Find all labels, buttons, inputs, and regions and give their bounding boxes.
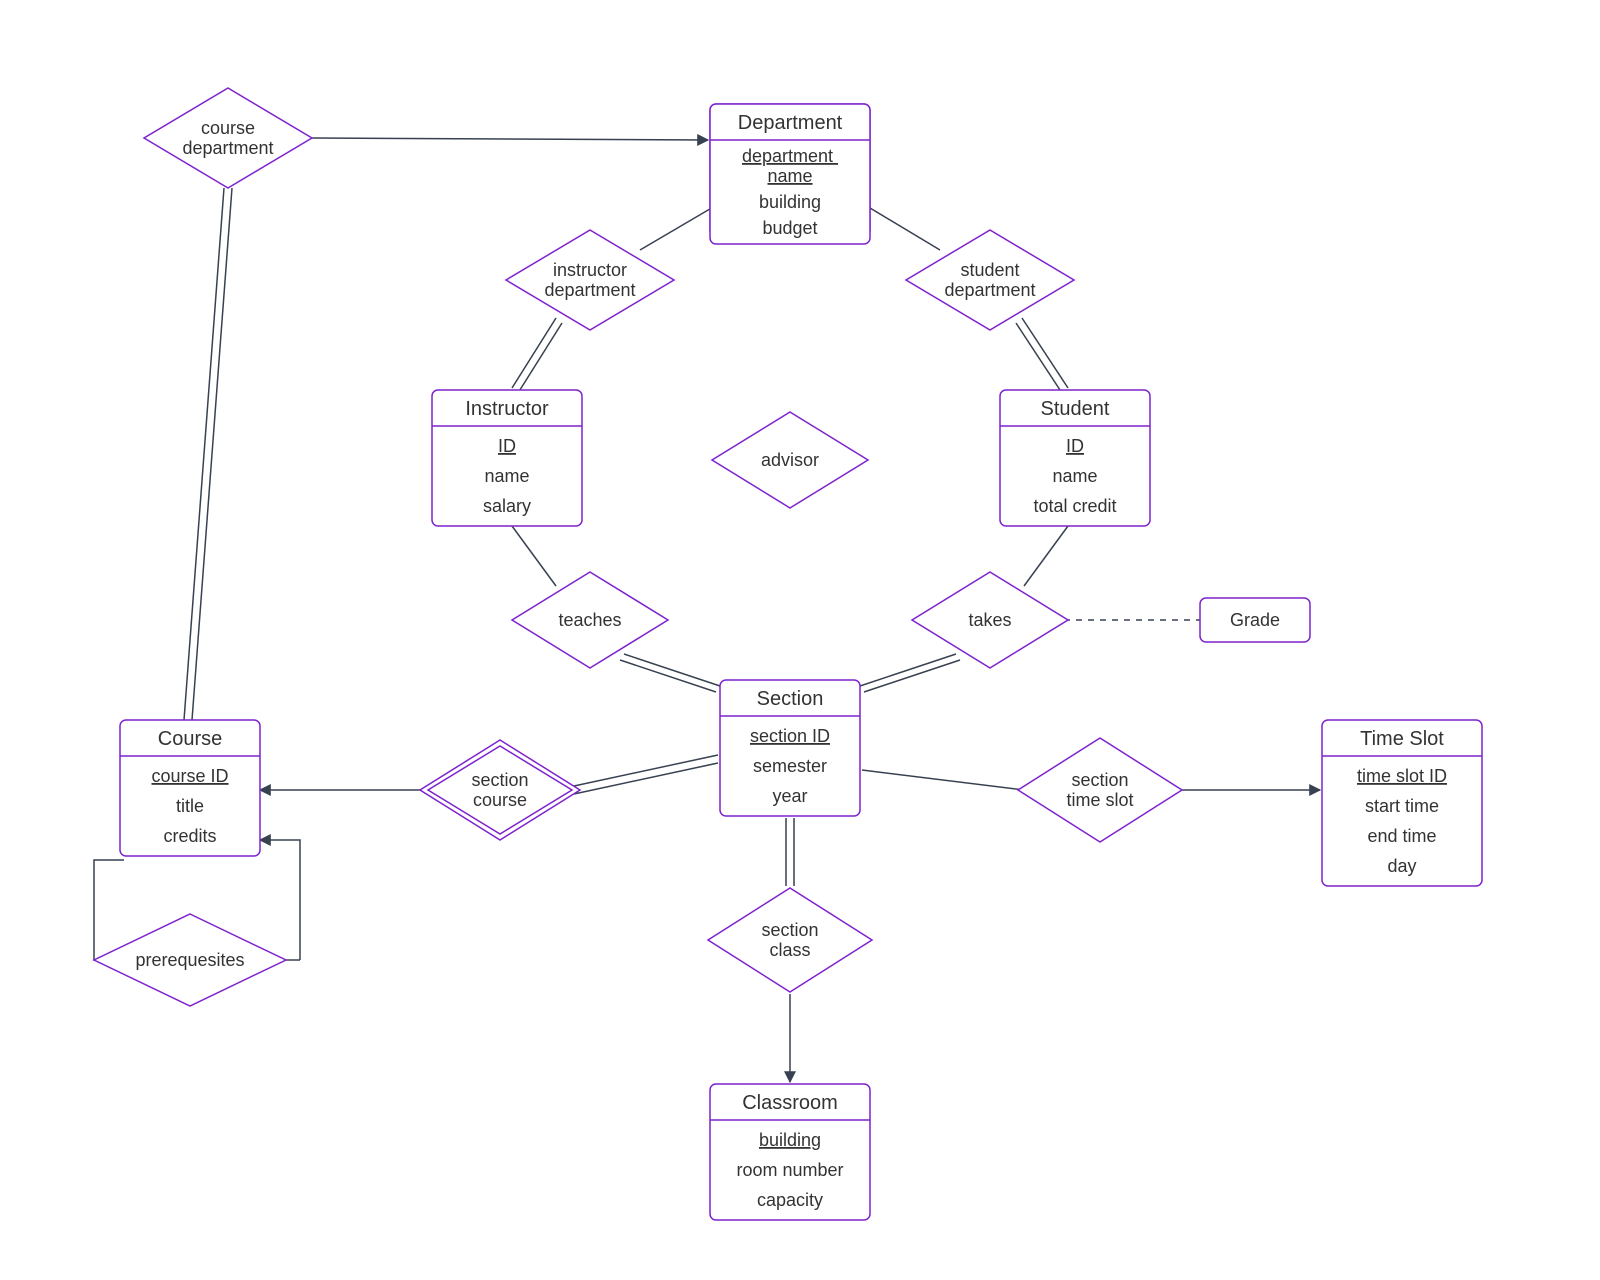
rel-label: student: [960, 260, 1019, 280]
rel-label: section: [471, 770, 528, 790]
entity-timeslot: Time Slot time slot ID start time end ti…: [1322, 720, 1482, 886]
entity-attr: room number: [736, 1160, 843, 1180]
rel-label: advisor: [761, 450, 819, 470]
entity-attr-key: ID: [498, 436, 516, 456]
rel-label: department: [944, 280, 1035, 300]
entity-attr: start time: [1365, 796, 1439, 816]
entity-title: Department: [738, 112, 843, 134]
entity-attr: salary: [483, 496, 531, 516]
entity-attr: end time: [1367, 826, 1436, 846]
entity-title: Student: [1041, 398, 1110, 420]
rel-label: teaches: [558, 610, 621, 630]
entity-title: Classroom: [742, 1092, 838, 1114]
rel-teaches: teaches: [512, 572, 668, 668]
entity-classroom: Classroom building room number capacity: [710, 1084, 870, 1220]
assoc-label: Grade: [1230, 610, 1280, 630]
entity-attr: semester: [753, 756, 827, 776]
entity-title: Instructor: [465, 398, 549, 420]
rel-label: instructor: [553, 260, 627, 280]
entity-department: Department department name building budg…: [710, 104, 870, 244]
rel-label: course: [473, 790, 527, 810]
entity-section: Section section ID semester year: [720, 680, 860, 816]
rel-prerequisites: prerequesites: [94, 914, 286, 1006]
entity-instructor: Instructor ID name salary: [432, 390, 582, 526]
rel-label: class: [769, 940, 810, 960]
entity-course: Course course ID title credits: [120, 720, 260, 856]
entity-title: Section: [757, 688, 824, 710]
entity-attr: name: [484, 466, 529, 486]
edges: [94, 138, 1320, 1082]
entity-attr: total credit: [1033, 496, 1116, 516]
rel-label: section: [1071, 770, 1128, 790]
entity-attr-key: course ID: [151, 766, 228, 786]
rel-label: section: [761, 920, 818, 940]
rel-advisor: advisor: [712, 412, 868, 508]
rel-takes: takes: [912, 572, 1068, 668]
entity-attr-key: time slot ID: [1357, 766, 1447, 786]
rel-section-class: section class: [708, 888, 872, 992]
entity-attr-key: ID: [1066, 436, 1084, 456]
rel-label: department: [544, 280, 635, 300]
entity-attr: year: [772, 786, 807, 806]
entity-attr: credits: [163, 826, 216, 846]
entity-attr: capacity: [757, 1190, 823, 1210]
assoc-grade: Grade: [1200, 598, 1310, 642]
entity-title: Course: [158, 728, 222, 750]
rel-label: prerequesites: [135, 950, 244, 970]
entity-attr-key: section ID: [750, 726, 830, 746]
rel-section-course: section course: [420, 740, 580, 840]
entity-attr-key: building: [759, 1130, 821, 1150]
rel-label: time slot: [1066, 790, 1133, 810]
entity-attr: building: [759, 192, 821, 212]
entity-attr: name: [1052, 466, 1097, 486]
entity-student: Student ID name total credit: [1000, 390, 1150, 526]
entity-title: Time Slot: [1360, 728, 1444, 750]
rel-label: course: [201, 118, 255, 138]
rel-label: takes: [968, 610, 1011, 630]
entity-attr: budget: [762, 218, 817, 238]
rel-course-department: course department: [144, 88, 312, 188]
rel-label: department: [182, 138, 273, 158]
rel-section-timeslot: section time slot: [1018, 738, 1182, 842]
entity-attr: title: [176, 796, 204, 816]
entity-attr: day: [1387, 856, 1416, 876]
